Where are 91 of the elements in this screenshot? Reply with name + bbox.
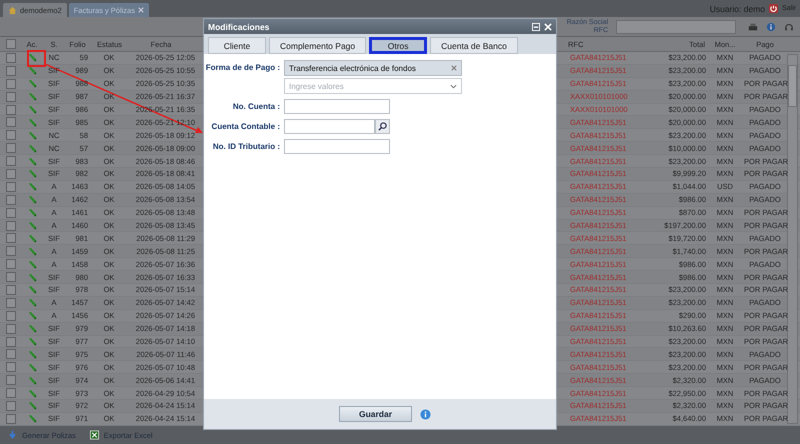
row-checkbox[interactable]: [6, 298, 16, 308]
row-checkbox[interactable]: [6, 104, 16, 114]
field-label: Forma de de Pago :: [204, 62, 280, 72]
pencil-icon[interactable]: [28, 285, 36, 294]
row-checkbox[interactable]: [6, 362, 16, 372]
dialog-tab[interactable]: Complemento Pago: [269, 37, 366, 54]
pencil-icon[interactable]: [28, 105, 36, 114]
row-checkbox[interactable]: [6, 284, 16, 295]
row-checkbox[interactable]: [6, 52, 16, 63]
row-checkbox[interactable]: [6, 388, 16, 398]
pencil-icon[interactable]: [28, 337, 36, 346]
pencil-icon[interactable]: [28, 401, 36, 410]
search-button[interactable]: [375, 119, 390, 134]
pencil-icon[interactable]: [28, 195, 36, 204]
info-icon[interactable]: [420, 408, 431, 420]
dialog-title: Modificaciones: [208, 22, 270, 32]
row-checkbox[interactable]: [6, 414, 16, 424]
scrollbar[interactable]: [787, 54, 798, 424]
dialog-tab[interactable]: Cliente: [208, 37, 266, 54]
pencil-icon[interactable]: [28, 246, 36, 256]
highlight-box: [27, 50, 46, 67]
pencil-icon[interactable]: [28, 362, 36, 372]
pencil-icon[interactable]: [28, 79, 36, 88]
pencil-icon[interactable]: [28, 311, 36, 320]
row-checkbox[interactable]: [6, 182, 16, 192]
field-label: No. Cuenta :: [232, 101, 280, 111]
dialog-tab[interactable]: Otros: [369, 37, 428, 54]
row-checkbox[interactable]: [6, 310, 16, 321]
row-checkbox[interactable]: [6, 194, 16, 205]
headset-icon[interactable]: [784, 22, 794, 32]
row-checkbox[interactable]: [6, 92, 16, 102]
pencil-icon[interactable]: [28, 66, 36, 76]
row-checkbox[interactable]: [6, 143, 16, 154]
pencil-icon[interactable]: [28, 388, 36, 398]
remove-icon[interactable]: [451, 65, 457, 71]
row-checkbox[interactable]: [6, 259, 16, 270]
select-field[interactable]: Ingrese valores: [284, 78, 462, 94]
pencil-icon[interactable]: [28, 324, 36, 334]
input-field[interactable]: [284, 99, 390, 114]
row-checkbox[interactable]: [6, 324, 16, 334]
pencil-icon[interactable]: [28, 169, 36, 178]
pencil-icon[interactable]: [28, 156, 36, 166]
select-all-checkbox[interactable]: [6, 39, 16, 49]
selected-tag[interactable]: Transferencia electrónica de fondos: [284, 60, 462, 76]
minimize-icon[interactable]: [532, 22, 540, 30]
row-checkbox[interactable]: [6, 66, 16, 76]
printer-icon[interactable]: [748, 22, 758, 32]
pencil-icon[interactable]: [28, 130, 36, 140]
pencil-icon[interactable]: [28, 144, 36, 153]
house-icon: [8, 6, 17, 14]
dialog-tab[interactable]: Cuenta de Banco: [430, 37, 518, 54]
pencil-icon[interactable]: [28, 350, 36, 359]
row-checkbox[interactable]: [6, 272, 16, 282]
row-checkbox[interactable]: [6, 246, 16, 256]
row-checkbox[interactable]: [6, 117, 16, 128]
pencil-icon[interactable]: [28, 298, 36, 308]
row-checkbox[interactable]: [6, 168, 16, 179]
row-checkbox[interactable]: [6, 130, 16, 140]
row-checkbox[interactable]: [6, 400, 16, 411]
pencil-icon[interactable]: [28, 118, 36, 127]
field-label: No. ID Tributario :: [212, 141, 280, 151]
input-field[interactable]: [284, 119, 375, 134]
pencil-icon[interactable]: [28, 208, 36, 218]
power-icon[interactable]: [768, 4, 778, 13]
filter-field[interactable]: [616, 20, 736, 34]
row-checkbox[interactable]: [6, 220, 16, 231]
pencil-icon[interactable]: [28, 53, 36, 62]
save-button[interactable]: Guardar: [339, 406, 412, 422]
row-checkbox[interactable]: [6, 375, 16, 386]
close-icon[interactable]: [138, 7, 144, 13]
row-checkbox[interactable]: [6, 208, 16, 218]
pencil-icon[interactable]: [28, 414, 36, 424]
row-checkbox[interactable]: [6, 349, 16, 360]
caret-icon: [450, 84, 457, 88]
row-checkbox[interactable]: [6, 78, 16, 89]
pencil-icon[interactable]: [28, 182, 36, 192]
pencil-icon[interactable]: [28, 234, 36, 243]
row-checkbox[interactable]: [6, 233, 16, 244]
user-label: Usuario: demo: [710, 4, 765, 14]
pencil-icon[interactable]: [28, 260, 36, 269]
input-field[interactable]: [284, 139, 390, 154]
pencil-icon[interactable]: [28, 92, 36, 102]
row-checkbox[interactable]: [6, 156, 16, 166]
pencil-icon[interactable]: [28, 221, 36, 230]
pencil-icon[interactable]: [28, 272, 36, 282]
row-checkbox[interactable]: [6, 336, 16, 347]
field-label: Cuenta Contable :: [210, 121, 280, 131]
pencil-icon[interactable]: [28, 376, 36, 385]
down-arrow-icon: [8, 430, 17, 440]
spreadsheet-icon: [90, 430, 99, 440]
info-icon[interactable]: [766, 22, 776, 32]
